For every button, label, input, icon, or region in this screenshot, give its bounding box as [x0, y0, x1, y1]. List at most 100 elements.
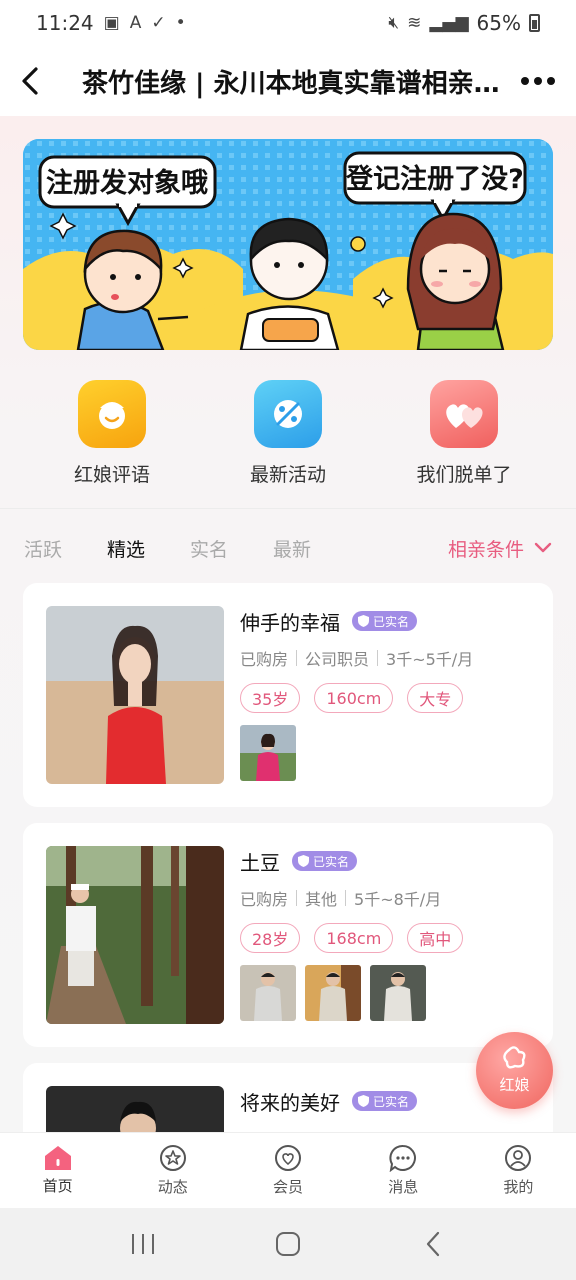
back-nav-icon	[427, 1231, 440, 1257]
photo-thumbnail[interactable]	[240, 965, 296, 1021]
user-icon	[505, 1145, 532, 1171]
profile-photo[interactable]	[46, 1086, 224, 1132]
meta-income: 3千~5千/月	[386, 650, 474, 669]
meta-separator	[296, 890, 298, 906]
home-nav-button[interactable]	[258, 1224, 318, 1264]
tab-verified[interactable]: 实名	[190, 535, 228, 562]
tag-education: 大专	[407, 683, 464, 713]
tabbar-profile[interactable]: 我的	[461, 1133, 576, 1208]
battery-icon	[529, 14, 540, 32]
text-notification-icon: A	[129, 13, 142, 33]
meta-occupation: 其他	[305, 890, 338, 909]
girl-character	[406, 212, 505, 350]
photo-thumbnail[interactable]	[305, 965, 361, 1021]
profile-meta: 已购房 其他 5千~8千/月	[240, 886, 533, 910]
profile-name: 伸手的幸福	[240, 610, 340, 635]
quick-link-activity[interactable]: 最新活动	[203, 380, 373, 490]
profile-tags: 35岁 160cm 大专	[240, 683, 533, 713]
photo-thumbnail[interactable]	[240, 725, 296, 781]
tabbar-members[interactable]: 会员	[230, 1133, 345, 1208]
meta-separator	[296, 650, 298, 666]
recent-apps-button[interactable]	[113, 1224, 173, 1264]
profile-photo[interactable]	[46, 846, 224, 1024]
status-left: 11:24 ▣ A ✓ •	[36, 11, 186, 35]
matchmaker-icon	[502, 1046, 526, 1069]
tag-education: 高中	[407, 923, 464, 953]
section-divider	[0, 508, 576, 509]
tab-active[interactable]: 活跃	[24, 535, 62, 562]
left-bubble-text: 注册发对象哦	[46, 167, 208, 199]
meta-occupation: 公司职员	[305, 650, 370, 669]
match-criteria-label: 相亲条件	[447, 538, 524, 561]
tabbar-home[interactable]: 首页	[0, 1133, 115, 1208]
main-content[interactable]: 注册发对象哦 登记注册了没? 红娘评语 最新活动 我们脱单了 活跃 精选 实名 …	[0, 116, 576, 1132]
profile-name-line: 伸手的幸福 已实名	[240, 606, 533, 636]
activity-icon	[254, 380, 322, 448]
photo-thumbnails	[240, 965, 533, 1021]
back-nav-button[interactable]	[403, 1224, 463, 1264]
more-dot-icon	[547, 77, 555, 85]
tabbar-feed[interactable]: 动态	[115, 1133, 230, 1208]
match-criteria-button[interactable]: 相亲条件	[448, 535, 552, 562]
profile-meta: 已购房 公司职员 3千~5千/月	[240, 646, 533, 670]
chevron-down-icon	[534, 542, 552, 553]
matchmaker-fab-label: 红娘	[499, 1076, 530, 1094]
nav-bar: 茶竹佳缘 | 永川本地真实靠谱相亲...	[0, 46, 576, 116]
right-bubble-text: 登记注册了没?	[345, 163, 524, 195]
tab-newest[interactable]: 最新	[273, 535, 311, 562]
tabbar-label: 消息	[388, 1178, 419, 1196]
battery-percent: 65%	[476, 11, 521, 35]
quick-link-matchmaker-comment[interactable]: 红娘评语	[27, 380, 197, 490]
matchmaker-comment-icon	[78, 380, 146, 448]
tabbar-label: 动态	[157, 1178, 188, 1196]
page-title: 茶竹佳缘 | 永川本地真实靠谱相亲...	[82, 68, 500, 99]
recent-apps-icon	[131, 1234, 154, 1254]
profile-name: 土豆	[240, 850, 280, 875]
profile-card[interactable]: 伸手的幸福 已实名 已购房 公司职员 3千~5千/月 35岁 160cm 大专	[23, 583, 553, 807]
wifi-icon: ≋	[407, 13, 422, 33]
profile-name: 将来的美好	[240, 1090, 340, 1115]
shield-icon	[358, 1095, 369, 1107]
profile-photo[interactable]	[46, 606, 224, 784]
hearts-icon	[430, 380, 498, 448]
back-button[interactable]	[0, 46, 60, 116]
quick-link-couples[interactable]: 我们脱单了	[379, 380, 549, 490]
profile-info: 土豆 已实名 已购房 其他 5千~8千/月 28岁 168cm 高中	[240, 846, 533, 1021]
profile-card[interactable]: 土豆 已实名 已购房 其他 5千~8千/月 28岁 168cm 高中	[23, 823, 553, 1047]
verified-badge: 已实名	[352, 611, 418, 631]
home-icon	[44, 1146, 71, 1170]
promo-banner[interactable]: 注册发对象哦 登记注册了没?	[23, 139, 553, 350]
home-nav-icon	[275, 1232, 300, 1256]
meta-income: 5千~8千/月	[354, 890, 442, 909]
tab-featured[interactable]: 精选	[107, 535, 146, 562]
tabbar-label: 我的	[503, 1178, 534, 1196]
tabbar-label: 首页	[42, 1177, 73, 1195]
shield-icon	[298, 855, 309, 867]
more-dot-icon	[521, 77, 529, 85]
signal-icon: ▂▄▆	[429, 13, 469, 33]
photo-thumbnail[interactable]	[370, 965, 426, 1021]
verified-badge: 已实名	[352, 1091, 418, 1111]
tag-height: 168cm	[314, 923, 394, 953]
meta-housing: 已购房	[240, 650, 289, 669]
quick-link-label: 我们脱单了	[416, 464, 512, 486]
matchmaker-fab[interactable]: 红娘	[476, 1032, 553, 1109]
tabbar-messages[interactable]: 消息	[346, 1133, 461, 1208]
verified-badge: 已实名	[292, 851, 358, 871]
profile-card[interactable]: 将来的美好 已实名	[23, 1063, 553, 1132]
bottom-tab-bar: 首页 动态 会员 消息 我的	[0, 1132, 576, 1208]
more-options-button[interactable]	[500, 46, 576, 116]
check-notification-icon: ✓	[151, 13, 166, 33]
verified-label: 已实名	[373, 1094, 410, 1109]
filter-tabs: 活跃 精选 实名 最新 相亲条件	[0, 526, 576, 570]
more-dot-icon	[534, 77, 542, 85]
quick-links: 红娘评语 最新活动 我们脱单了	[0, 380, 576, 490]
chat-icon	[389, 1144, 417, 1172]
quick-link-label: 红娘评语	[73, 464, 150, 486]
photo-thumbnails	[240, 725, 533, 781]
meta-separator	[377, 650, 379, 666]
dot-notification-icon: •	[175, 13, 186, 33]
status-bar: 11:24 ▣ A ✓ • 🔇︎ ≋ ▂▄▆ 65%	[0, 0, 576, 46]
tag-age: 28岁	[240, 923, 301, 953]
verified-label: 已实名	[373, 614, 410, 629]
